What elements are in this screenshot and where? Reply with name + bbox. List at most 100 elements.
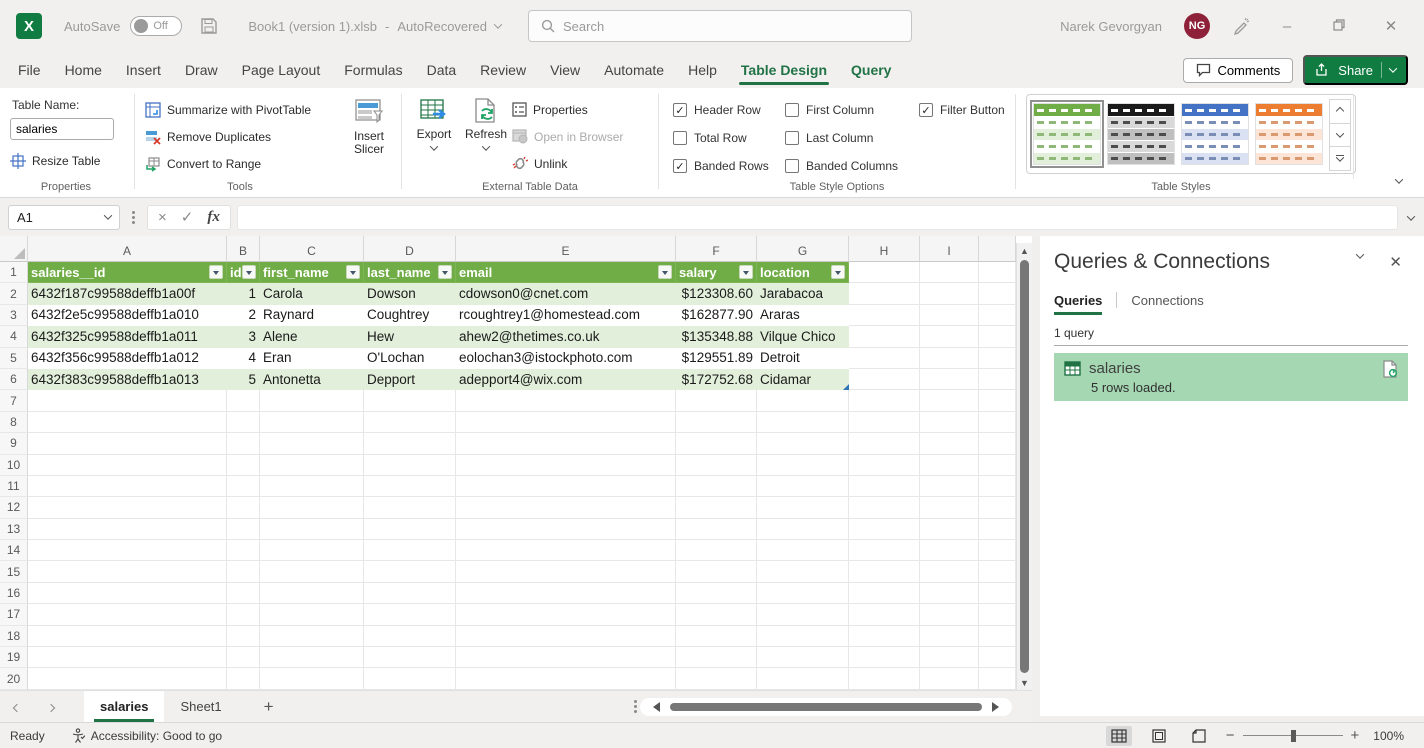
horizontal-scrollbar[interactable] (640, 698, 1012, 716)
cell-F18[interactable] (676, 626, 757, 647)
cell-D15[interactable] (364, 561, 456, 582)
table-name-input[interactable] (10, 118, 114, 140)
accessibility-status[interactable]: Accessibility: Good to go (91, 729, 222, 743)
column-header-G[interactable]: G (757, 236, 849, 262)
cell-E19[interactable] (456, 647, 676, 668)
table-cell[interactable]: Hew (364, 326, 456, 347)
cell-A14[interactable] (28, 540, 227, 561)
cell-I4[interactable] (920, 326, 979, 347)
cell-H5[interactable] (849, 348, 920, 369)
cell-partial-1[interactable] (979, 262, 1016, 283)
checkbox-icon[interactable] (673, 131, 687, 145)
gallery-scroll-down-button[interactable] (1329, 124, 1351, 148)
table-cell[interactable]: Vilque Chico (757, 326, 849, 347)
table-cell[interactable]: Depport (364, 369, 456, 390)
zoom-in-icon[interactable]: + (1351, 727, 1360, 744)
table-header-cell-first_name[interactable]: first_name (260, 262, 364, 283)
table-cell[interactable]: $162877.90 (676, 305, 757, 326)
cell-partial-6[interactable] (979, 369, 1016, 390)
cell-H16[interactable] (849, 583, 920, 604)
cell-B7[interactable] (227, 390, 260, 411)
cell-partial-3[interactable] (979, 305, 1016, 326)
cell-F14[interactable] (676, 540, 757, 561)
remove-duplicates-button[interactable]: Remove Duplicates (145, 123, 343, 150)
column-header-F[interactable]: F (676, 236, 757, 262)
properties-button[interactable]: Properties (512, 96, 623, 123)
query-refresh-doc-icon[interactable] (1382, 360, 1398, 378)
tab-draw[interactable]: Draw (173, 55, 230, 85)
table-style-swatch-orange[interactable] (1255, 103, 1323, 165)
cell-I18[interactable] (920, 626, 979, 647)
panel-collapse-icon[interactable] (1356, 250, 1364, 258)
cell-G20[interactable] (757, 668, 849, 689)
cell-F10[interactable] (676, 455, 757, 476)
cell-E15[interactable] (456, 561, 676, 582)
cell-I17[interactable] (920, 604, 979, 625)
cell-B15[interactable] (227, 561, 260, 582)
cell-partial-17[interactable] (979, 604, 1016, 625)
cell-partial-7[interactable] (979, 390, 1016, 411)
formula-input[interactable] (237, 205, 1398, 230)
row-header-10[interactable]: 10 (0, 455, 28, 476)
checkbox-icon[interactable] (785, 103, 799, 117)
cell-E9[interactable] (456, 433, 676, 454)
cell-C13[interactable] (260, 519, 364, 540)
cell-F13[interactable] (676, 519, 757, 540)
cell-A16[interactable] (28, 583, 227, 604)
cell-G12[interactable] (757, 497, 849, 518)
table-cell[interactable]: $129551.89 (676, 348, 757, 369)
cell-partial-12[interactable] (979, 497, 1016, 518)
cell-A20[interactable] (28, 668, 227, 689)
cell-I13[interactable] (920, 519, 979, 540)
cell-I12[interactable] (920, 497, 979, 518)
minimize-button[interactable]: – (1272, 18, 1302, 35)
table-style-swatch-dark[interactable] (1107, 103, 1175, 165)
cell-B14[interactable] (227, 540, 260, 561)
page-layout-view-button[interactable] (1146, 726, 1172, 746)
table-style-swatch-green[interactable] (1033, 103, 1101, 165)
cell-E16[interactable] (456, 583, 676, 604)
cell-B9[interactable] (227, 433, 260, 454)
tabbar-splitter-icon[interactable] (634, 705, 637, 708)
cell-A18[interactable] (28, 626, 227, 647)
cell-B8[interactable] (227, 412, 260, 433)
checkbox-header-row[interactable]: ✓Header Row (673, 103, 785, 117)
sheet-tab-sheet1[interactable]: Sheet1 (164, 691, 237, 722)
gallery-expand-button[interactable] (1329, 147, 1351, 171)
cell-I8[interactable] (920, 412, 979, 433)
cell-G14[interactable] (757, 540, 849, 561)
cell-C8[interactable] (260, 412, 364, 433)
cell-C9[interactable] (260, 433, 364, 454)
cell-D11[interactable] (364, 476, 456, 497)
row-header-1[interactable]: 1 (0, 262, 28, 283)
cell-H7[interactable] (849, 390, 920, 411)
title-dropdown-icon[interactable] (494, 20, 502, 28)
vertical-scroll-thumb[interactable] (1020, 260, 1029, 673)
cell-G11[interactable] (757, 476, 849, 497)
name-box[interactable]: A1 (8, 205, 120, 230)
cell-I20[interactable] (920, 668, 979, 689)
cell-H20[interactable] (849, 668, 920, 689)
autosave-toggle[interactable]: Off (130, 16, 182, 36)
cell-G17[interactable] (757, 604, 849, 625)
row-header-8[interactable]: 8 (0, 412, 28, 433)
table-resize-handle[interactable] (843, 384, 849, 390)
cell-I3[interactable] (920, 305, 979, 326)
row-header-18[interactable]: 18 (0, 626, 28, 647)
checkbox-banded-rows[interactable]: ✓Banded Rows (673, 159, 785, 173)
cell-E13[interactable] (456, 519, 676, 540)
checkbox-filter-button[interactable]: ✓Filter Button (919, 103, 1025, 117)
table-header-cell-id[interactable]: id (227, 262, 260, 283)
refresh-dropdown-icon[interactable] (482, 142, 490, 150)
cell-I5[interactable] (920, 348, 979, 369)
cell-E12[interactable] (456, 497, 676, 518)
cell-E8[interactable] (456, 412, 676, 433)
cell-B12[interactable] (227, 497, 260, 518)
cell-H12[interactable] (849, 497, 920, 518)
cell-C15[interactable] (260, 561, 364, 582)
checkbox-banded-columns[interactable]: Banded Columns (785, 159, 919, 173)
panel-tab-connections[interactable]: Connections (1131, 293, 1203, 314)
zoom-thumb[interactable] (1291, 730, 1296, 742)
cell-C10[interactable] (260, 455, 364, 476)
cell-H6[interactable] (849, 369, 920, 390)
